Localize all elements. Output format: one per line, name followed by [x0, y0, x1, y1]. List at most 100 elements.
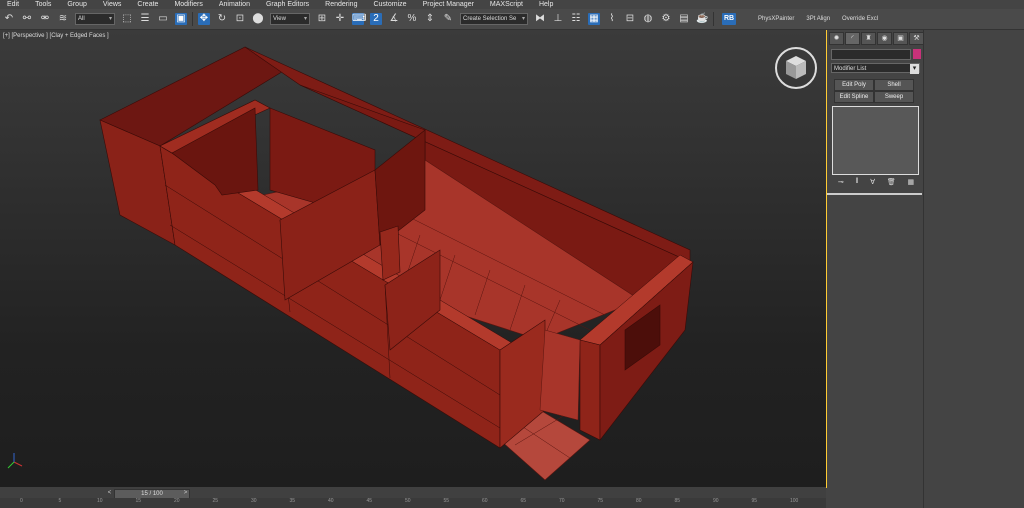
- sweep-button[interactable]: Sweep: [874, 91, 914, 103]
- tick-label: 40: [328, 498, 334, 504]
- tick-label: 75: [597, 498, 604, 504]
- object-color-swatch[interactable]: [913, 49, 921, 59]
- viewcube-icon[interactable]: [777, 49, 815, 87]
- select-move-icon[interactable]: ✥: [198, 13, 210, 25]
- select-scale-icon[interactable]: ⊡: [234, 13, 246, 25]
- chevron-down-icon[interactable]: ▾: [910, 64, 919, 74]
- modifier-stack[interactable]: [832, 106, 919, 175]
- house-model[interactable]: [0, 30, 826, 487]
- menu-item-project-manager[interactable]: Project Manager: [416, 0, 483, 9]
- pivot-center-icon[interactable]: ⊞: [316, 13, 328, 25]
- percent-snap-icon[interactable]: %: [406, 13, 418, 25]
- tick-label: 5: [58, 498, 62, 504]
- menu-item-create[interactable]: Create: [130, 0, 167, 9]
- select-by-name-icon[interactable]: ☰: [139, 13, 151, 25]
- snaps-toggle-icon[interactable]: 2: [370, 13, 382, 25]
- tick-label: 25: [212, 498, 219, 504]
- make-unique-icon[interactable]: ∀: [870, 178, 875, 188]
- select-manipulate-icon[interactable]: ✛: [334, 13, 346, 25]
- undo-icon[interactable]: ↶: [3, 13, 15, 25]
- select-rotate-icon[interactable]: ↻: [216, 13, 228, 25]
- modifier-list-dropdown[interactable]: Modifier List ▾: [831, 63, 920, 74]
- tick-label: 70: [559, 498, 565, 504]
- panel-divider: [827, 193, 922, 195]
- menu-item-views[interactable]: Views: [96, 0, 131, 9]
- command-panel-tabs: ✹ ◜ ♜ ◉ ▣ ⚒: [829, 32, 925, 45]
- remove-modifier-icon[interactable]: 🗑: [887, 178, 896, 188]
- menu-item-edit[interactable]: Edit: [0, 0, 28, 9]
- curve-editor-icon[interactable]: ⌇: [606, 13, 618, 25]
- panel-border: [923, 30, 924, 508]
- place-icon[interactable]: ⬤: [252, 13, 264, 25]
- tick-label: 0: [20, 498, 23, 504]
- tick-label: 95: [751, 498, 758, 504]
- timeline: < 15 / 100 > 0 5 10 15 20 25 30 35 40 45 50 55 60 65 7…: [0, 487, 826, 508]
- tick-label: 50: [405, 498, 411, 504]
- tick-label: 15: [135, 498, 142, 504]
- render-setup-icon[interactable]: ⚙: [660, 13, 672, 25]
- object-name-input[interactable]: [831, 49, 911, 60]
- edit-poly-button[interactable]: Edit Poly: [834, 79, 874, 91]
- modify-tab-icon[interactable]: ◜: [845, 32, 860, 45]
- menu-item-customize[interactable]: Customize: [366, 0, 415, 9]
- rendered-frame-icon[interactable]: ▤: [678, 13, 690, 25]
- time-prev-icon[interactable]: <: [106, 489, 113, 497]
- angle-snap-icon[interactable]: ∡: [388, 13, 400, 25]
- configure-sets-icon[interactable]: ▦: [907, 178, 914, 188]
- perspective-viewport[interactable]: [+] [Perspective ] [Clay + Edged Faces ]: [0, 30, 827, 488]
- track-bar[interactable]: 0 5 10 15 20 25 30 35 40 45 50 55 60 65 70 75 80 85 90 95 10…: [0, 498, 826, 508]
- window-crossing-icon[interactable]: ▣: [175, 13, 187, 25]
- reference-coordinate-dropdown[interactable]: View ▾: [270, 13, 310, 25]
- motion-tab-icon[interactable]: ◉: [877, 32, 892, 45]
- link-icon[interactable]: ⚯: [21, 13, 33, 25]
- named-selection-dropdown[interactable]: Create Selection Se ▾: [460, 13, 528, 25]
- hierarchy-tab-icon[interactable]: ♜: [861, 32, 876, 45]
- display-tab-icon[interactable]: ▣: [893, 32, 908, 45]
- menu-item-modifiers[interactable]: Modifiers: [167, 0, 211, 9]
- menu-item-animation[interactable]: Animation: [212, 0, 259, 9]
- time-next-icon[interactable]: >: [182, 489, 189, 497]
- utilities-tab-icon[interactable]: ⚒: [909, 32, 924, 45]
- rect-selection-icon[interactable]: ▭: [157, 13, 169, 25]
- ribbon-icon[interactable]: ▦: [588, 13, 600, 25]
- menu-item-tools[interactable]: Tools: [28, 0, 60, 9]
- keyboard-shortcut-toggle-icon[interactable]: ⌨: [352, 13, 366, 25]
- edit-named-selection-icon[interactable]: ✎: [442, 13, 454, 25]
- menu-item-graph-editors[interactable]: Graph Editors: [259, 0, 318, 9]
- bind-spacewarp-icon[interactable]: ≋: [57, 13, 69, 25]
- align-icon[interactable]: ⊥: [552, 13, 564, 25]
- create-tab-icon[interactable]: ✹: [829, 32, 844, 45]
- menu-item-group[interactable]: Group: [60, 0, 95, 9]
- separator: [713, 12, 714, 26]
- tick-label: 35: [289, 498, 296, 504]
- tick-label: 55: [443, 498, 450, 504]
- menu-item-rendering[interactable]: Rendering: [318, 0, 366, 9]
- tick-label: 100: [790, 498, 799, 504]
- select-object-icon[interactable]: ⬚: [121, 13, 133, 25]
- rb-plugin-button[interactable]: RB: [722, 13, 736, 25]
- three-point-align-button[interactable]: 3Pt Align: [806, 16, 830, 22]
- tick-label: 80: [636, 498, 642, 504]
- selection-filter-dropdown[interactable]: All ▾: [75, 13, 115, 25]
- layer-manager-icon[interactable]: ☷: [570, 13, 582, 25]
- tick-label: 85: [674, 498, 681, 504]
- override-exclude-button[interactable]: Override Excl: [842, 16, 878, 22]
- spinner-snap-icon[interactable]: ⇕: [424, 13, 436, 25]
- schematic-view-icon[interactable]: ⊟: [624, 13, 636, 25]
- show-end-result-icon[interactable]: ‖: [856, 178, 859, 188]
- tick-label: 65: [520, 498, 527, 504]
- menu-item-maxscript[interactable]: MAXScript: [483, 0, 532, 9]
- menu-item-help[interactable]: Help: [532, 0, 562, 9]
- edit-spline-button[interactable]: Edit Spline: [834, 91, 874, 103]
- mirror-icon[interactable]: ⧓: [534, 13, 546, 25]
- tick-label: 30: [251, 498, 257, 504]
- pin-stack-icon[interactable]: ⊸: [838, 178, 844, 188]
- material-editor-icon[interactable]: ◍: [642, 13, 654, 25]
- unlink-icon[interactable]: ⚮: [39, 13, 51, 25]
- physx-painter-button[interactable]: PhysXPainter: [758, 16, 794, 22]
- render-production-icon[interactable]: ☕: [696, 13, 708, 25]
- tick-label: 10: [97, 498, 103, 504]
- shell-button[interactable]: Shell: [874, 79, 914, 91]
- viewcube[interactable]: [775, 47, 817, 89]
- door-floor: [539, 329, 581, 421]
